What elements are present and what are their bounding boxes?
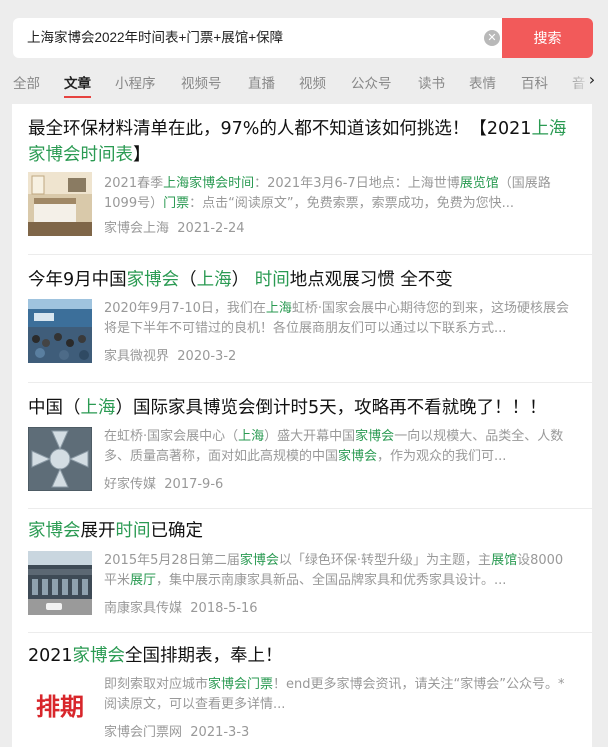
result-meta: 家博会上海 2021-2-24 xyxy=(104,217,245,236)
list-item[interactable]: 家博会展开时间已确定 2015年5月28日第二届家博会以「绿色环保·转型升级」为… xyxy=(12,513,592,637)
result-meta: 好家传媒 2017-9-6 xyxy=(104,473,223,492)
result-meta: 南康家具传媒 2018-5-16 xyxy=(104,597,258,616)
highlighted-keyword: 家博会 xyxy=(72,646,126,666)
highlighted-keyword: 上海 xyxy=(80,398,116,418)
tab-live[interactable]: 直播 xyxy=(248,72,275,92)
result-snippet: 2021春季上海家博会时间：2021年3月6-7日地点：上海世博展览馆（国展路1… xyxy=(104,174,574,214)
result-thumbnail xyxy=(28,299,92,363)
list-item[interactable]: 最全环保材料清单在此，97%的人都不知道该如何挑选！【2021上海家博会时间表】… xyxy=(12,104,592,259)
tab-mini-programs[interactable]: 小程序 xyxy=(115,72,156,92)
highlighted-keyword: 家博会 xyxy=(355,429,395,444)
highlighted-keyword: 上海家博会时间 xyxy=(163,176,255,191)
text-segment: 即刻索取对应城市 xyxy=(104,677,209,692)
text-segment: ，集中展示南康家具新品、全国品牌家具和优秀家具设计。... xyxy=(156,573,507,588)
list-item[interactable]: 今年9月中国家博会（上海） 时间地点观展习惯 全不变 2020年9月7-10日，… xyxy=(12,259,592,387)
text-segment: （ xyxy=(179,270,197,290)
text-segment: ）国际家具博览会倒计时5天，攻略再不看就晚了！！！ xyxy=(115,398,547,418)
divider xyxy=(28,508,592,509)
text-segment: ） xyxy=(231,270,255,290)
result-date: 2021-2-24 xyxy=(177,221,245,236)
text-segment: 已确定 xyxy=(150,521,204,541)
highlighted-keyword: 家博会 xyxy=(338,449,378,464)
result-date: 2021-3-3 xyxy=(190,725,250,740)
highlighted-keyword: 门票 xyxy=(163,196,190,211)
highlighted-keyword: 家博会 xyxy=(28,521,81,541)
text-segment: 2021春季 xyxy=(104,176,164,191)
chevron-right-icon[interactable]: › xyxy=(584,70,600,90)
tab-encyclopedia[interactable]: 百科 xyxy=(521,72,548,92)
result-meta: 家博会门票网 2021-3-3 xyxy=(104,721,249,740)
results-list: 最全环保材料清单在此，97%的人都不知道该如何挑选！【2021上海家博会时间表】… xyxy=(12,104,592,747)
tab-official-accounts[interactable]: 公众号 xyxy=(351,72,392,92)
search-button[interactable]: 搜索 xyxy=(502,18,593,58)
text-segment: ，作为观众的我们可... xyxy=(377,449,507,464)
result-date: 2018-5-16 xyxy=(190,601,258,616)
text-segment: 2021 xyxy=(28,646,73,666)
result-date: 2017-9-6 xyxy=(164,477,224,492)
text-segment: ：点击“阅读原文”，免费索票，索票成功，免费为您快... xyxy=(189,196,514,211)
result-title[interactable]: 今年9月中国家博会（上海） 时间地点观展习惯 全不变 xyxy=(28,267,580,293)
result-source[interactable]: 家博会门票网 xyxy=(104,725,182,740)
result-meta: 家具微视界 2020-3-2 xyxy=(104,345,236,364)
result-thumbnail xyxy=(28,551,92,615)
result-snippet: 2020年9月7-10日，我们在上海虹桥·国家会展中心期待您的到来，这场硬核展会… xyxy=(104,299,574,339)
text-segment: 2015年5月28日第二届 xyxy=(104,553,240,568)
list-item[interactable]: 中国（上海）国际家具博览会倒计时5天，攻略再不看就晚了！！！ 在虹桥·国家会展中… xyxy=(12,387,592,513)
search-input[interactable] xyxy=(27,18,447,58)
tab-stickers[interactable]: 表情 xyxy=(469,72,496,92)
result-snippet: 在虹桥·国家会展中心（上海）盛大开幕中国家博会一向以规模大、品类全、人数多、质量… xyxy=(104,427,574,467)
text-segment: 地点观展习惯 全不变 xyxy=(289,270,453,290)
tab-bar: 全部 文章 小程序 视频号 直播 视频 公众号 读书 表情 百科 音 xyxy=(0,66,608,98)
result-date: 2020-3-2 xyxy=(177,349,237,364)
highlighted-keyword: 时间 xyxy=(254,270,290,290)
text-segment: 中国（ xyxy=(28,398,81,418)
tab-all[interactable]: 全部 xyxy=(13,72,40,92)
text-segment: ：2021年3月6-7日地点：上海世博 xyxy=(254,176,460,191)
result-source[interactable]: 家具微视界 xyxy=(104,349,169,364)
result-source[interactable]: 家博会上海 xyxy=(104,221,169,236)
result-thumbnail: 排期 xyxy=(28,675,92,739)
text-segment: 展开 xyxy=(80,521,116,541)
highlighted-keyword: 展馆 xyxy=(491,553,518,568)
divider xyxy=(28,632,592,633)
text-segment: 】 xyxy=(133,145,151,165)
result-title[interactable]: 2021家博会全国排期表，奉上！ xyxy=(28,643,580,669)
schedule-graphic-text: 排期 xyxy=(36,692,84,721)
result-thumbnail xyxy=(28,427,92,491)
highlighted-keyword: 上海 xyxy=(238,429,265,444)
result-source[interactable]: 南康家具传媒 xyxy=(104,601,182,616)
highlighted-keyword: 家博会门票 xyxy=(208,677,274,692)
highlighted-keyword: 家博会 xyxy=(126,270,180,290)
clear-icon[interactable]: ✕ xyxy=(484,30,500,46)
highlighted-keyword: 上海 xyxy=(265,301,292,316)
text-segment: 在虹桥·国家会展中心（ xyxy=(104,429,239,444)
highlighted-keyword: 家博会 xyxy=(239,553,279,568)
tab-books[interactable]: 读书 xyxy=(418,72,445,92)
result-source[interactable]: 好家传媒 xyxy=(104,477,156,492)
tab-channels[interactable]: 视频号 xyxy=(181,72,222,92)
highlighted-keyword: 上海 xyxy=(196,270,232,290)
highlighted-keyword: 时间 xyxy=(115,521,151,541)
divider xyxy=(28,254,592,255)
text-segment: ）盛大开幕中国 xyxy=(264,429,356,444)
text-segment: 2020年9月7-10日，我们在 xyxy=(104,301,266,316)
text-segment: 全国排期表，奉上！ xyxy=(125,646,283,666)
text-segment: 今年9月中国 xyxy=(28,270,127,290)
tab-articles[interactable]: 文章 xyxy=(64,72,91,92)
active-tab-indicator xyxy=(64,96,91,98)
result-title[interactable]: 家博会展开时间已确定 xyxy=(28,518,580,544)
list-item[interactable]: 2021家博会全国排期表，奉上！ 排期 即刻索取对应城市家博会门票！end更多家… xyxy=(12,637,592,747)
tab-videos[interactable]: 视频 xyxy=(299,72,326,92)
result-snippet: 即刻索取对应城市家博会门票！end更多家博会资讯，请关注“家博会”公众号。* 阅… xyxy=(104,675,574,715)
result-snippet: 2015年5月28日第二届家博会以「绿色环保·转型升级」为主题，主展馆设8000… xyxy=(104,551,574,591)
result-title[interactable]: 中国（上海）国际家具博览会倒计时5天，攻略再不看就晚了！！！ xyxy=(28,395,580,421)
text-segment: 以「绿色环保·转型升级」为主题，主 xyxy=(278,553,492,568)
result-title[interactable]: 最全环保材料清单在此，97%的人都不知道该如何挑选！【2021上海家博会时间表】 xyxy=(28,116,580,168)
result-thumbnail xyxy=(28,172,92,236)
highlighted-keyword: 展厅 xyxy=(130,573,157,588)
text-segment: 最全环保材料清单在此，97%的人都不知道该如何挑选！【2021 xyxy=(28,119,532,139)
divider xyxy=(28,382,592,383)
search-bar: ✕ 搜索 xyxy=(13,18,593,58)
highlighted-keyword: 展览馆 xyxy=(459,176,499,191)
